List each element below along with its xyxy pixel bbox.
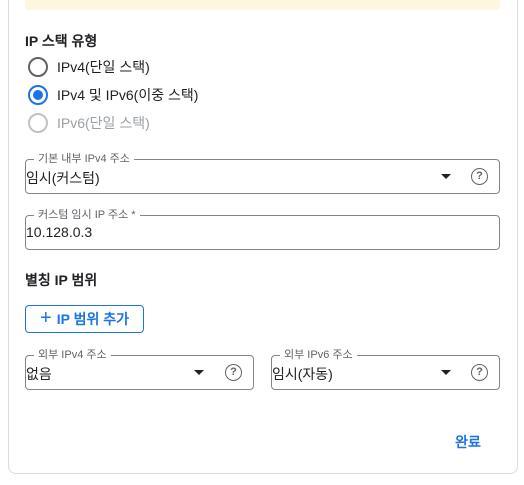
field-label: 외부 IPv4 주소 bbox=[34, 348, 111, 362]
field-label: 기본 내부 IPv4 주소 bbox=[34, 152, 134, 166]
radio-ipv4-single[interactable]: IPv4(단일 스택) bbox=[28, 56, 150, 78]
field-value: 임시(커스텀) bbox=[26, 170, 100, 186]
ip-stack-title: IP 스택 유형 bbox=[25, 33, 98, 49]
radio-label: IPv6(단일 스택) bbox=[57, 115, 150, 131]
radio-unchecked-icon[interactable] bbox=[28, 57, 48, 77]
radio-ipv6-single: IPv6(단일 스택) bbox=[28, 112, 150, 134]
done-button[interactable]: 완료 bbox=[446, 430, 490, 454]
chevron-down-icon[interactable] bbox=[441, 370, 451, 375]
plus-icon: + bbox=[40, 307, 52, 329]
radio-label: IPv4 및 IPv6(이중 스택) bbox=[57, 87, 199, 103]
field-value: 임시(자동) bbox=[272, 366, 333, 382]
help-icon[interactable]: ? bbox=[471, 364, 488, 381]
field-label: 커스텀 임시 IP 주소 * bbox=[34, 208, 140, 222]
radio-checked-icon[interactable] bbox=[28, 85, 48, 105]
chevron-down-icon[interactable] bbox=[194, 370, 204, 375]
external-ipv4-select[interactable]: 외부 IPv4 주소 없음 ? bbox=[25, 348, 254, 390]
field-label: 외부 IPv6 주소 bbox=[280, 348, 357, 362]
custom-ephemeral-ip-input[interactable]: 커스텀 임시 IP 주소 * 10.128.0.3 bbox=[25, 208, 500, 250]
primary-internal-ipv4-select[interactable]: 기본 내부 IPv4 주소 임시(커스텀) ? bbox=[25, 152, 500, 194]
external-ipv6-select[interactable]: 외부 IPv6 주소 임시(자동) ? bbox=[271, 348, 500, 390]
field-value: 없음 bbox=[26, 366, 52, 382]
help-icon[interactable]: ? bbox=[225, 364, 242, 381]
add-ip-range-label: IP 범위 추가 bbox=[56, 311, 129, 327]
radio-disabled-icon bbox=[28, 113, 48, 133]
add-ip-range-button[interactable]: + IP 범위 추가 bbox=[25, 305, 144, 333]
info-banner bbox=[25, 0, 500, 10]
radio-dual-stack[interactable]: IPv4 및 IPv6(이중 스택) bbox=[28, 84, 198, 106]
alias-ip-title: 별칭 IP 범위 bbox=[25, 272, 98, 288]
chevron-down-icon[interactable] bbox=[441, 174, 451, 179]
field-value[interactable]: 10.128.0.3 bbox=[26, 224, 92, 240]
radio-label: IPv4(단일 스택) bbox=[57, 59, 150, 75]
help-icon[interactable]: ? bbox=[471, 168, 488, 185]
